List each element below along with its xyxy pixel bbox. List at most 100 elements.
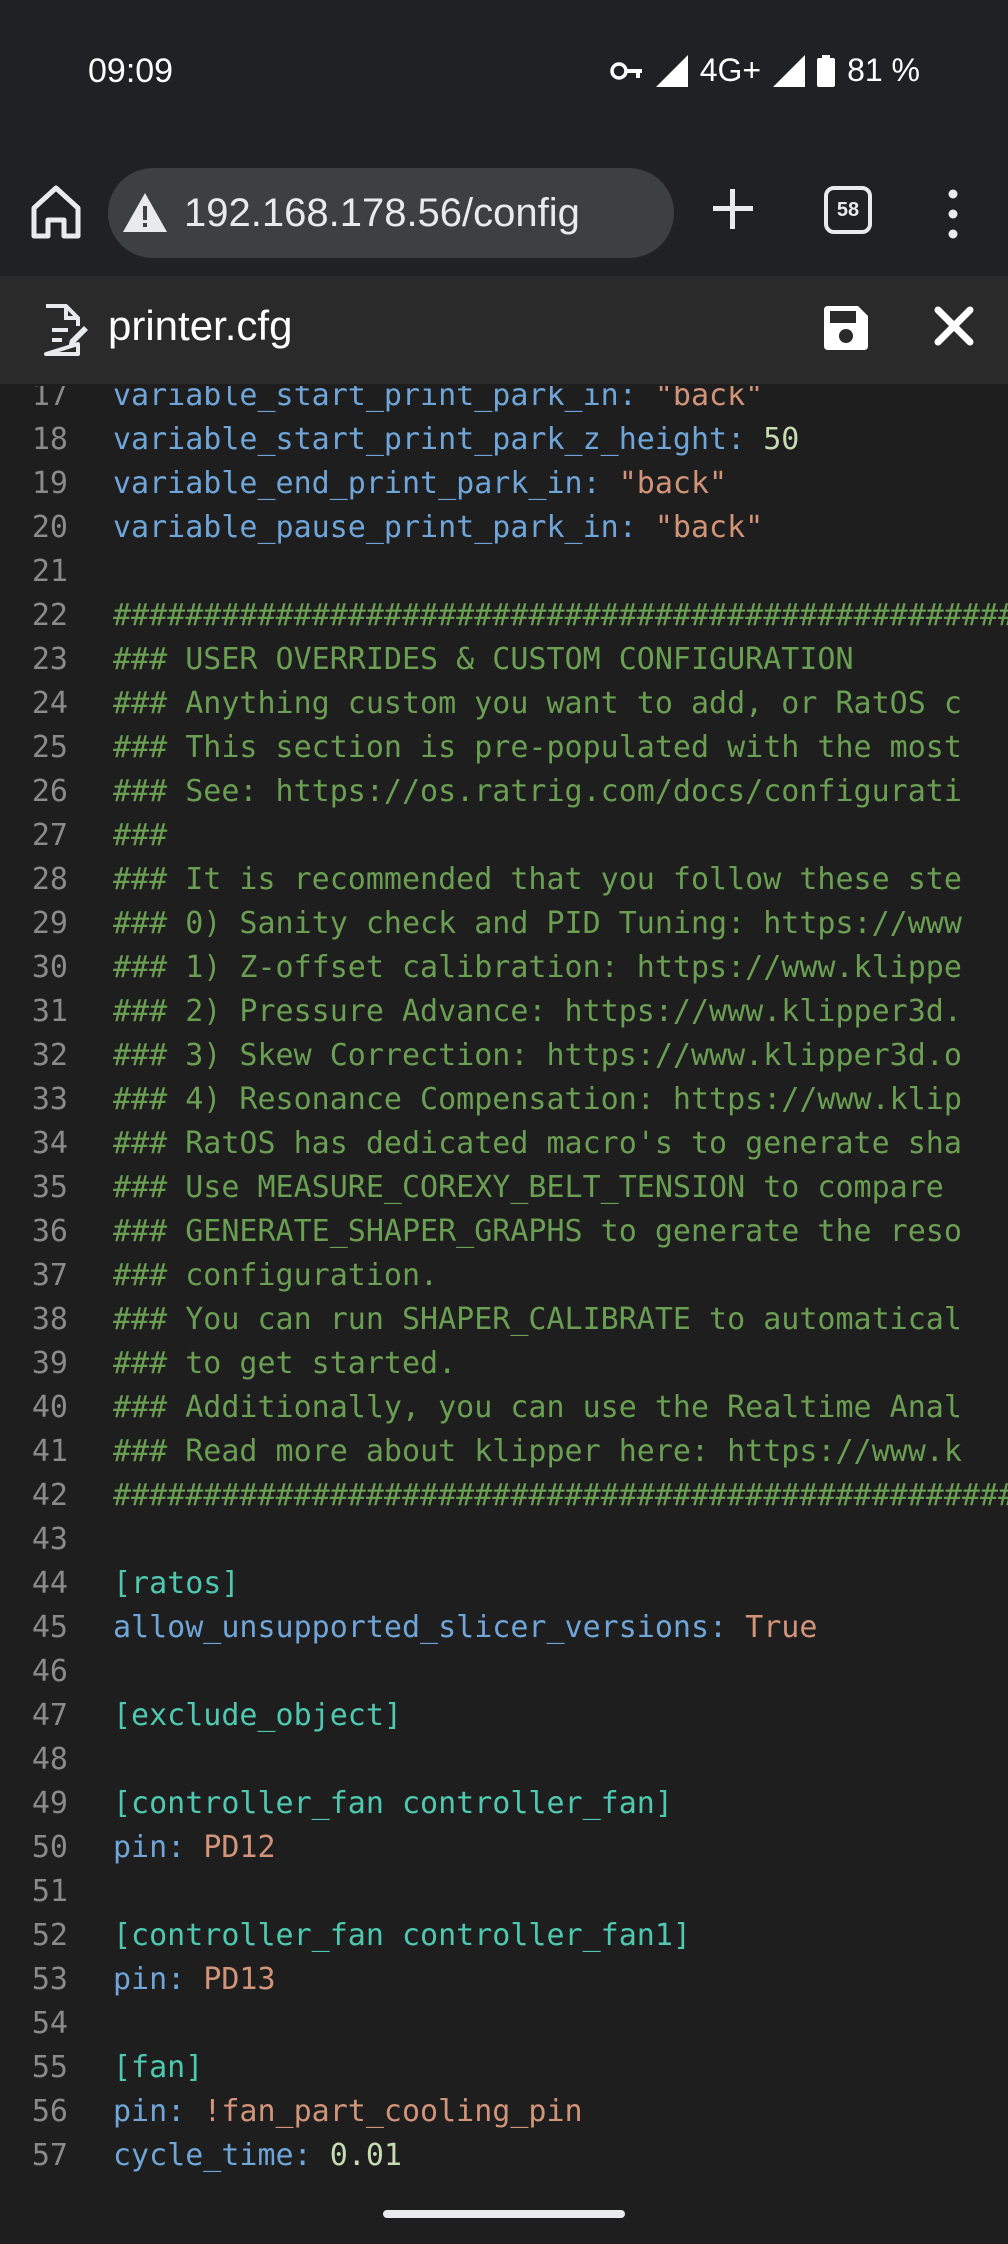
code-line[interactable]: 22 ######################################… [0,594,1008,638]
code-line[interactable]: 36 ### GENERATE_SHAPER_GRAPHS to generate… [0,1210,1008,1254]
line-code[interactable]: variable_pause_print_park_in: "back" [113,506,763,550]
save-button[interactable] [820,302,872,354]
line-code[interactable]: ### This section is pre-populated with t… [113,726,962,770]
tabs-button[interactable]: 58 [824,186,872,234]
code-line[interactable]: 52 [controller_fan controller_fan1] [0,1914,1008,1958]
code-line[interactable]: 48 [0,1738,1008,1782]
line-code[interactable]: ### Use MEASURE_COREXY_BELT_TENSION to c… [113,1166,962,1210]
code-line[interactable]: 33 ### 4) Resonance Compensation: https:/… [0,1078,1008,1122]
code-line[interactable]: 55 [fan] [0,2046,1008,2090]
code-line[interactable]: 41 ### Read more about klipper here: http… [0,1430,1008,1474]
line-code[interactable]: ### 0) Sanity check and PID Tuning: http… [113,902,962,946]
code-line[interactable]: 26 ### See: https://os.ratrig.com/docs/co… [0,770,1008,814]
home-gesture-handle[interactable] [383,2210,625,2218]
code-line[interactable]: 21 [0,550,1008,594]
close-button[interactable] [932,304,976,348]
line-code[interactable]: pin: PD12 [113,1826,276,1870]
code-line[interactable]: 49 [controller_fan controller_fan] [0,1782,1008,1826]
line-code[interactable]: ### Read more about klipper here: https:… [113,1430,962,1474]
line-code[interactable]: [ratos] [113,1562,239,1606]
line-code[interactable]: variable_end_print_park_in: "back" [113,462,727,506]
line-code[interactable]: ### Additionally, you can use the Realti… [113,1386,962,1430]
code-token: variable_end_print_park_in: [113,466,619,501]
code-line[interactable]: 34 ### RatOS has dedicated macro's to gen… [0,1122,1008,1166]
line-code[interactable]: allow_unsupported_slicer_versions: True [113,1606,817,1650]
url-text[interactable]: 192.168.178.56/config [184,191,580,236]
warning-icon[interactable] [122,190,168,236]
code-token: PD12 [203,1830,276,1865]
code-editor[interactable]: 17 variable_start_print_park_in: "back" 18… [0,386,1008,2190]
code-line[interactable]: 38 ### You can run SHAPER_CALIBRATE to au… [0,1298,1008,1342]
code-token: ### Read more about klipper here: https:… [113,1434,962,1469]
line-code[interactable]: ### 4) Resonance Compensation: https://w… [113,1078,962,1122]
code-line[interactable]: 19 variable_end_print_park_in: "back" [0,462,1008,506]
code-token: 50 [763,422,800,457]
more-menu-button[interactable] [940,186,966,242]
code-token: variable_pause_print_park_in: [113,510,655,545]
code-line[interactable]: 44 [ratos] [0,1562,1008,1606]
line-code[interactable]: ### See: https://os.ratrig.com/docs/conf… [113,770,962,814]
line-code[interactable]: variable_start_print_park_z_height: 50 [113,418,799,462]
home-button[interactable] [28,182,84,242]
line-code[interactable]: pin: PD13 [113,1958,276,2002]
code-line[interactable]: 37 ### configuration. [0,1254,1008,1298]
code-line[interactable]: 31 ### 2) Pressure Advance: https://www.k… [0,990,1008,1034]
line-number: 48 [31,1742,68,1777]
line-code[interactable]: ### RatOS has dedicated macro's to gener… [113,1122,962,1166]
code-line[interactable]: 35 ### Use MEASURE_COREXY_BELT_TENSION to… [0,1166,1008,1210]
line-code[interactable]: pin: !fan_part_cooling_pin [113,2090,583,2134]
code-line[interactable]: 46 [0,1650,1008,1694]
gesture-nav-bar [0,2190,1008,2244]
code-line[interactable]: 51 [0,1870,1008,1914]
line-code[interactable]: [controller_fan controller_fan] [113,1782,673,1826]
line-code[interactable]: [exclude_object] [113,1694,402,1738]
new-tab-button[interactable] [710,186,756,232]
line-code[interactable]: ### configuration. [113,1254,438,1298]
line-code[interactable]: ########################################… [113,1474,1008,1518]
code-token: ### 4) Resonance Compensation: https://w… [113,1082,962,1117]
code-line[interactable]: 47 [exclude_object] [0,1694,1008,1738]
code-line[interactable]: 23 ### USER OVERRIDES & CUSTOM CONFIGURAT… [0,638,1008,682]
line-code[interactable]: ########################################… [113,594,1008,638]
code-line[interactable]: 45 allow_unsupported_slicer_versions: Tru… [0,1606,1008,1650]
code-line[interactable]: 42 ######################################… [0,1474,1008,1518]
code-line[interactable]: 32 ### 3) Skew Correction: https://www.kl… [0,1034,1008,1078]
code-line[interactable]: 18 variable_start_print_park_z_height: 50 [0,418,1008,462]
code-line[interactable]: 57 cycle_time: 0.01 [0,2134,1008,2178]
line-code[interactable]: ### 2) Pressure Advance: https://www.kli… [113,990,962,1034]
code-line[interactable]: 29 ### 0) Sanity check and PID Tuning: ht… [0,902,1008,946]
code-line[interactable]: 24 ### Anything custom you want to add, o… [0,682,1008,726]
line-code[interactable]: cycle_time: 0.01 [113,2134,402,2178]
line-code[interactable]: [controller_fan controller_fan1] [113,1914,691,1958]
line-code[interactable]: ### USER OVERRIDES & CUSTOM CONFIGURATIO… [113,638,854,682]
line-code[interactable]: [fan] [113,2046,203,2090]
address-bar[interactable]: 192.168.178.56/config [108,168,674,258]
line-code[interactable]: ### [113,814,167,858]
code-line[interactable]: 54 [0,2002,1008,2046]
line-code[interactable]: ### Anything custom you want to add, or … [113,682,962,726]
code-line[interactable]: 56 pin: !fan_part_cooling_pin [0,2090,1008,2134]
code-line[interactable]: 43 [0,1518,1008,1562]
code-line[interactable]: 40 ### Additionally, you can use the Real… [0,1386,1008,1430]
code-line[interactable]: 53 pin: PD13 [0,1958,1008,2002]
line-number: 21 [31,554,68,589]
line-code[interactable]: ### to get started. [113,1342,456,1386]
line-number: 36 [31,1214,68,1249]
code-line[interactable]: 30 ### 1) Z-offset calibration: https://w… [0,946,1008,990]
line-code[interactable]: ### It is recommended that you follow th… [113,858,962,902]
code-line[interactable]: 27 ### [0,814,1008,858]
line-code[interactable]: variable_start_print_park_in: "back" [113,386,763,418]
line-code[interactable]: ### You can run SHAPER_CALIBRATE to auto… [113,1298,962,1342]
code-line[interactable]: 39 ### to get started. [0,1342,1008,1386]
code-token: ### [113,818,168,853]
code-line[interactable]: 28 ### It is recommended that you follow … [0,858,1008,902]
line-code[interactable]: ### 1) Z-offset calibration: https://www… [113,946,962,990]
line-code[interactable]: ### 3) Skew Correction: https://www.klip… [113,1034,962,1078]
code-line[interactable]: 50 pin: PD12 [0,1826,1008,1870]
code-line[interactable]: 25 ### This section is pre-populated with… [0,726,1008,770]
line-code[interactable]: ### GENERATE_SHAPER_GRAPHS to generate t… [113,1210,962,1254]
code-line[interactable]: 17 variable_start_print_park_in: "back" [0,386,1008,418]
code-token: [ratos] [113,1566,240,1601]
line-number: 49 [31,1786,68,1821]
code-line[interactable]: 20 variable_pause_print_park_in: "back" [0,506,1008,550]
